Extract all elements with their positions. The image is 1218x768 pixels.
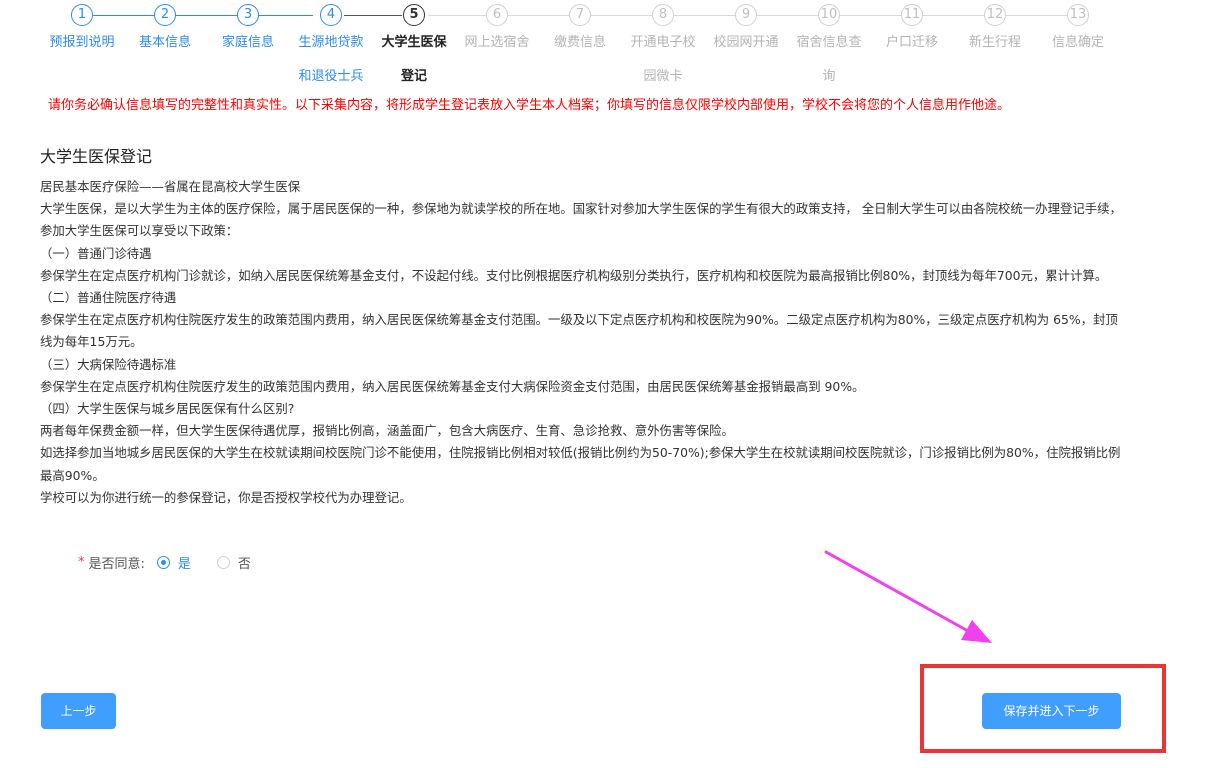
prev-step-button[interactable]: 上一步 — [41, 693, 116, 729]
pointer-arrow-icon — [824, 550, 992, 643]
save-and-next-button[interactable]: 保存并进入下一步 — [982, 693, 1121, 729]
